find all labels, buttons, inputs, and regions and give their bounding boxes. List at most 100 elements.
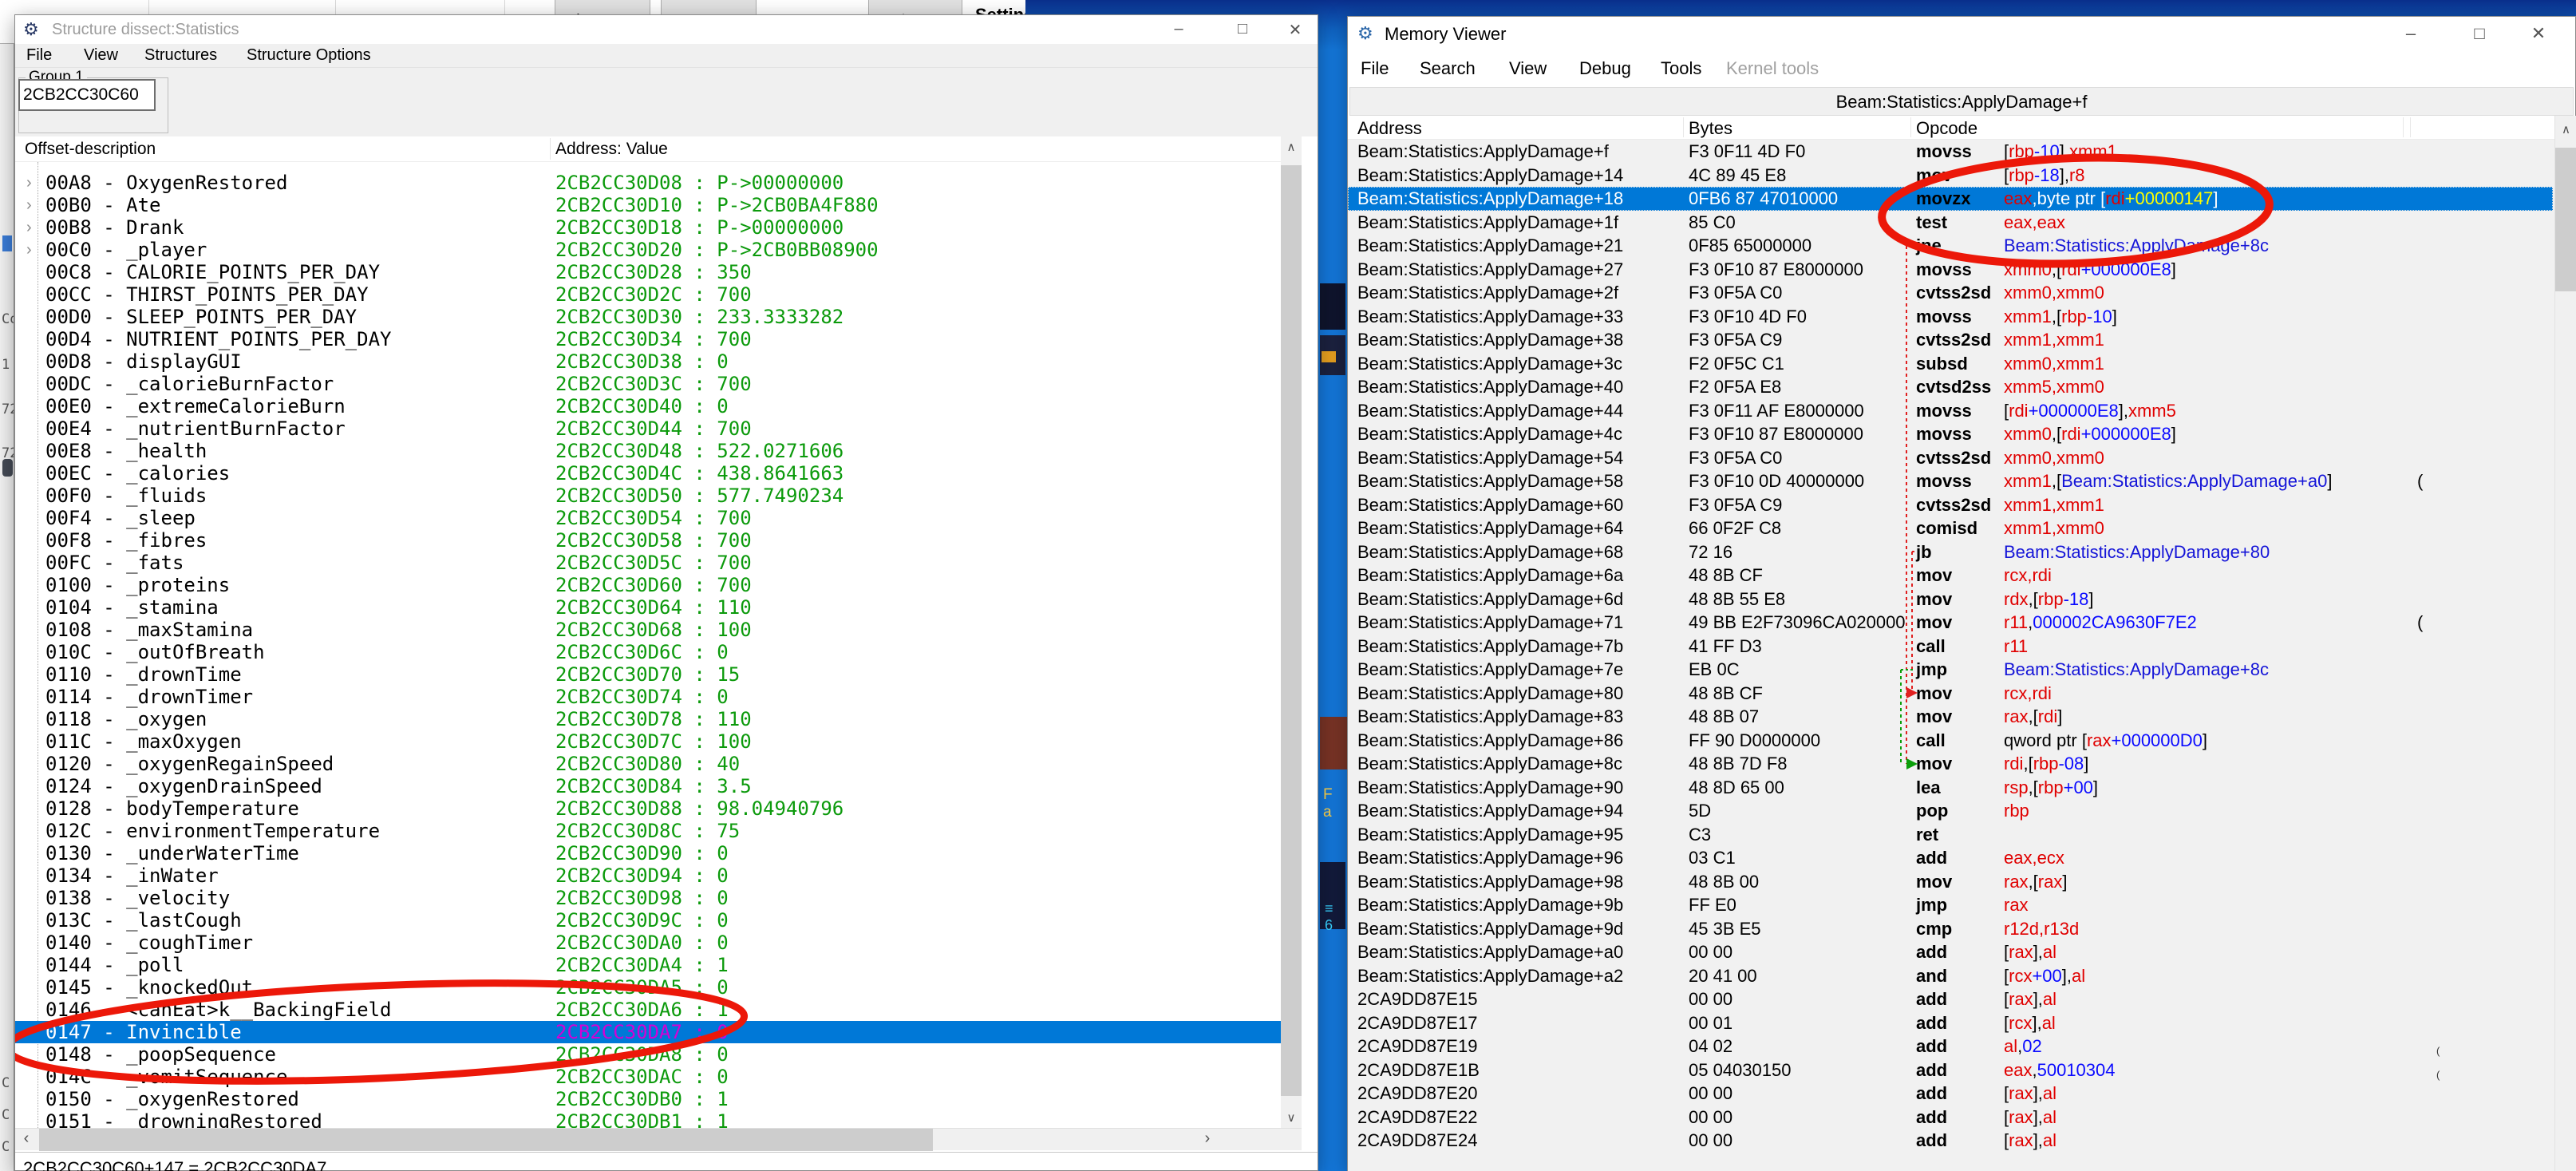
titlebar[interactable]: ⚙ Structure dissect:Statistics – □ ✕ bbox=[15, 15, 1318, 44]
scroll-up-icon[interactable]: ∧ bbox=[2555, 122, 2576, 136]
disassembly-row[interactable]: Beam:Statistics:ApplyDamage+6872 16jbBea… bbox=[1348, 540, 2553, 564]
menu-view[interactable]: View bbox=[84, 46, 118, 65]
expand-icon[interactable]: › bbox=[26, 194, 32, 216]
scrollbar-thumb[interactable] bbox=[1281, 165, 1302, 1096]
disassembly-row[interactable]: Beam:Statistics:ApplyDamage+27F3 0F10 87… bbox=[1348, 258, 2553, 282]
disassembly-row[interactable]: Beam:Statistics:ApplyDamage+9d45 3B E5cm… bbox=[1348, 917, 2553, 941]
structure-row[interactable]: 0118 - _oxygen2CB2CC30D78 : 110 bbox=[15, 708, 1281, 730]
vertical-scrollbar[interactable]: ∧ bbox=[2554, 116, 2576, 1171]
structure-row[interactable]: 00D0 - SLEEP_POINTS_PER_DAY2CB2CC30D30 :… bbox=[15, 306, 1281, 328]
disassembly-row[interactable]: Beam:Statistics:ApplyDamage+8048 8B CFmo… bbox=[1348, 682, 2553, 706]
menu-structure-options[interactable]: Structure Options bbox=[247, 46, 371, 65]
menu-tools[interactable]: Tools bbox=[1661, 58, 1701, 79]
disassembly-row[interactable]: Beam:Statistics:ApplyDamage+38F3 0F5A C9… bbox=[1348, 328, 2553, 352]
minimize-button[interactable]: – bbox=[2387, 17, 2435, 44]
disassembly-row[interactable]: Beam:Statistics:ApplyDamage+8c48 8B 7D F… bbox=[1348, 752, 2553, 776]
structure-row[interactable]: ›00A8 - OxygenRestored2CB2CC30D08 : P->0… bbox=[15, 172, 1281, 194]
structure-row[interactable]: 0104 - _stamina2CB2CC30D64 : 110 bbox=[15, 596, 1281, 619]
disassembly-row[interactable]: 2CA9DD87E2200 00add[rax],al bbox=[1348, 1106, 2553, 1129]
disassembly-row[interactable]: Beam:Statistics:ApplyDamage+40F2 0F5A E8… bbox=[1348, 375, 2553, 399]
disassembly-row[interactable]: Beam:Statistics:ApplyDamage+9603 C1addea… bbox=[1348, 846, 2553, 870]
disassembly-row[interactable]: Beam:Statistics:ApplyDamage+6a48 8B CFmo… bbox=[1348, 564, 2553, 587]
current-symbol-bar[interactable]: Beam:Statistics:ApplyDamage+f bbox=[1349, 87, 2574, 116]
disassembly-row[interactable]: Beam:Statistics:ApplyDamage+a000 00add[r… bbox=[1348, 940, 2553, 964]
structure-row[interactable]: ›00C0 - _player2CB2CC30D20 : P->2CB0BB08… bbox=[15, 239, 1281, 261]
disassembly-list[interactable]: Beam:Statistics:ApplyDamage+fF3 0F11 4D … bbox=[1348, 140, 2554, 1171]
structure-row[interactable]: 00D8 - displayGUI2CB2CC30D38 : 0 bbox=[15, 350, 1281, 373]
structure-row[interactable]: 0124 - _oxygenDrainSpeed2CB2CC30D84 : 3.… bbox=[15, 775, 1281, 797]
close-icon[interactable]: ✕ bbox=[2515, 17, 2562, 44]
disassembly-row[interactable]: Beam:Statistics:ApplyDamage+9bFF E0jmpra… bbox=[1348, 893, 2553, 917]
structure-row[interactable]: 00DC - _calorieBurnFactor2CB2CC30D3C : 7… bbox=[15, 373, 1281, 395]
vertical-scrollbar[interactable]: ∧ ∨ bbox=[1281, 136, 1302, 1128]
structure-row[interactable]: 012C - environmentTemperature2CB2CC30D8C… bbox=[15, 820, 1281, 842]
structure-row[interactable]: 00E0 - _extremeCalorieBurn2CB2CC30D40 : … bbox=[15, 395, 1281, 417]
structure-row[interactable]: 0110 - _drownTime2CB2CC30D70 : 15 bbox=[15, 663, 1281, 686]
structure-row[interactable]: 0100 - _proteins2CB2CC30D60 : 700 bbox=[15, 574, 1281, 596]
disassembly-row[interactable]: Beam:Statistics:ApplyDamage+180FB6 87 47… bbox=[1348, 187, 2553, 211]
expand-icon[interactable]: › bbox=[26, 172, 32, 194]
menu-debug[interactable]: Debug bbox=[1579, 58, 1631, 79]
structure-row[interactable]: 013C - _lastCough2CB2CC30D9C : 0 bbox=[15, 909, 1281, 932]
disassembly-row[interactable]: Beam:Statistics:ApplyDamage+3cF2 0F5C C1… bbox=[1348, 352, 2553, 376]
menu-search[interactable]: Search bbox=[1420, 58, 1476, 79]
expand-icon[interactable]: › bbox=[26, 216, 32, 239]
maximize-button[interactable]: □ bbox=[1219, 15, 1266, 38]
disassembly-row[interactable]: Beam:Statistics:ApplyDamage+210F85 65000… bbox=[1348, 234, 2553, 258]
menu-kernel-tools[interactable]: Kernel tools bbox=[1726, 58, 1819, 79]
disassembly-row[interactable]: Beam:Statistics:ApplyDamage+2fF3 0F5A C0… bbox=[1348, 281, 2553, 305]
structure-row[interactable]: 00F4 - _sleep2CB2CC30D54 : 700 bbox=[15, 507, 1281, 529]
disassembly-row[interactable]: Beam:Statistics:ApplyDamage+6d48 8B 55 E… bbox=[1348, 587, 2553, 611]
disassembly-row[interactable]: Beam:Statistics:ApplyDamage+54F3 0F5A C0… bbox=[1348, 446, 2553, 470]
disassembly-row[interactable]: 2CA9DD87E1700 01add[rcx],al bbox=[1348, 1011, 2553, 1035]
menu-structures[interactable]: Structures bbox=[144, 46, 217, 65]
structure-row[interactable]: 011C - _maxOxygen2CB2CC30D7C : 100 bbox=[15, 730, 1281, 753]
structure-row[interactable]: 010C - _outOfBreath2CB2CC30D6C : 0 bbox=[15, 641, 1281, 663]
scrollbar-thumb[interactable] bbox=[2555, 148, 2576, 291]
disassembly-row[interactable]: Beam:Statistics:ApplyDamage+a220 41 00an… bbox=[1348, 964, 2553, 988]
disassembly-row[interactable]: Beam:Statistics:ApplyDamage+7b41 FF D3ca… bbox=[1348, 635, 2553, 659]
disassembly-row[interactable]: Beam:Statistics:ApplyDamage+8348 8B 07mo… bbox=[1348, 705, 2553, 729]
structure-row[interactable]: 0134 - _inWater2CB2CC30D94 : 0 bbox=[15, 864, 1281, 887]
menu-file[interactable]: File bbox=[26, 46, 52, 65]
menu-file[interactable]: File bbox=[1361, 58, 1389, 79]
disassembly-row[interactable]: Beam:Statistics:ApplyDamage+fF3 0F11 4D … bbox=[1348, 140, 2553, 164]
structure-row[interactable]: ›00B8 - Drank2CB2CC30D18 : P->00000000 bbox=[15, 216, 1281, 239]
structure-row[interactable]: 0151 - _drowningRestored2CB2CC30DB1 : 1 bbox=[15, 1110, 1281, 1128]
disassembly-row[interactable]: 2CA9DD87E1500 00add[rax],al bbox=[1348, 987, 2553, 1011]
titlebar[interactable]: ⚙ Memory Viewer – □ ✕ bbox=[1348, 17, 2575, 52]
structure-row[interactable]: 00EC - _calories2CB2CC30D4C : 438.864166… bbox=[15, 462, 1281, 485]
structure-row[interactable]: 00F0 - _fluids2CB2CC30D50 : 577.7490234 bbox=[15, 485, 1281, 507]
horizontal-scrollbar[interactable]: ‹ › bbox=[15, 1128, 1302, 1150]
structure-row[interactable]: ›00B0 - Ate2CB2CC30D10 : P->2CB0BA4F880 bbox=[15, 194, 1281, 216]
list-column-header[interactable]: Offset-description Address: Value bbox=[15, 136, 1295, 162]
structure-row[interactable]: 0144 - _poll2CB2CC30DA4 : 1 bbox=[15, 954, 1281, 976]
menu-view[interactable]: View bbox=[1509, 58, 1547, 79]
structure-row[interactable]: 00FC - _fats2CB2CC30D5C : 700 bbox=[15, 552, 1281, 574]
structure-row[interactable]: 00C8 - CALORIE_POINTS_PER_DAY2CB2CC30D28… bbox=[15, 261, 1281, 283]
structure-row[interactable]: 0120 - _oxygenRegainSpeed2CB2CC30D80 : 4… bbox=[15, 753, 1281, 775]
structure-row[interactable]: 0108 - _maxStamina2CB2CC30D68 : 100 bbox=[15, 619, 1281, 641]
structure-row[interactable]: 014C - _vomitSequence2CB2CC30DAC : 0 bbox=[15, 1066, 1281, 1088]
structure-row[interactable]: 00D4 - NUTRIENT_POINTS_PER_DAY2CB2CC30D3… bbox=[15, 328, 1281, 350]
structure-list[interactable]: ›00A8 - OxygenRestored2CB2CC30D08 : P->0… bbox=[15, 162, 1281, 1128]
disassembly-row[interactable]: Beam:Statistics:ApplyDamage+7149 BB E2F7… bbox=[1348, 611, 2553, 635]
disassembly-row[interactable]: 2CA9DD87E1B05 04030150addeax,50010304( bbox=[1348, 1058, 2553, 1082]
disassembly-row[interactable]: Beam:Statistics:ApplyDamage+95C3ret bbox=[1348, 823, 2553, 847]
disassembly-row[interactable]: Beam:Statistics:ApplyDamage+44F3 0F11 AF… bbox=[1348, 399, 2553, 423]
disassembly-row[interactable]: Beam:Statistics:ApplyDamage+58F3 0F10 0D… bbox=[1348, 469, 2553, 493]
structure-row[interactable]: 0130 - _underWaterTime2CB2CC30D90 : 0 bbox=[15, 842, 1281, 864]
disassembly-row[interactable]: 2CA9DD87E2400 00add[rax],al bbox=[1348, 1129, 2553, 1153]
disassembly-row[interactable]: Beam:Statistics:ApplyDamage+945Dpoprbp bbox=[1348, 799, 2553, 823]
disassembly-row[interactable]: Beam:Statistics:ApplyDamage+1f85 C0teste… bbox=[1348, 211, 2553, 235]
disassembly-row[interactable]: Beam:Statistics:ApplyDamage+4cF3 0F10 87… bbox=[1348, 422, 2553, 446]
structure-row[interactable]: 0128 - bodyTemperature2CB2CC30D88 : 98.0… bbox=[15, 797, 1281, 820]
group-address-input[interactable] bbox=[18, 79, 156, 111]
disassembly-row[interactable]: 2CA9DD87E1904 02addal,02( bbox=[1348, 1035, 2553, 1058]
disassembly-row[interactable]: Beam:Statistics:ApplyDamage+7eEB 0CjmpBe… bbox=[1348, 658, 2553, 682]
disassembly-row[interactable]: Beam:Statistics:ApplyDamage+144C 89 45 E… bbox=[1348, 164, 2553, 188]
scroll-right-icon[interactable]: › bbox=[1196, 1129, 1219, 1150]
structure-row[interactable]: 00E4 - _nutrientBurnFactor2CB2CC30D44 : … bbox=[15, 417, 1281, 440]
structure-row[interactable]: 0148 - _poopSequence2CB2CC30DA8 : 0 bbox=[15, 1043, 1281, 1066]
disassembly-row[interactable]: Beam:Statistics:ApplyDamage+33F3 0F10 4D… bbox=[1348, 305, 2553, 329]
